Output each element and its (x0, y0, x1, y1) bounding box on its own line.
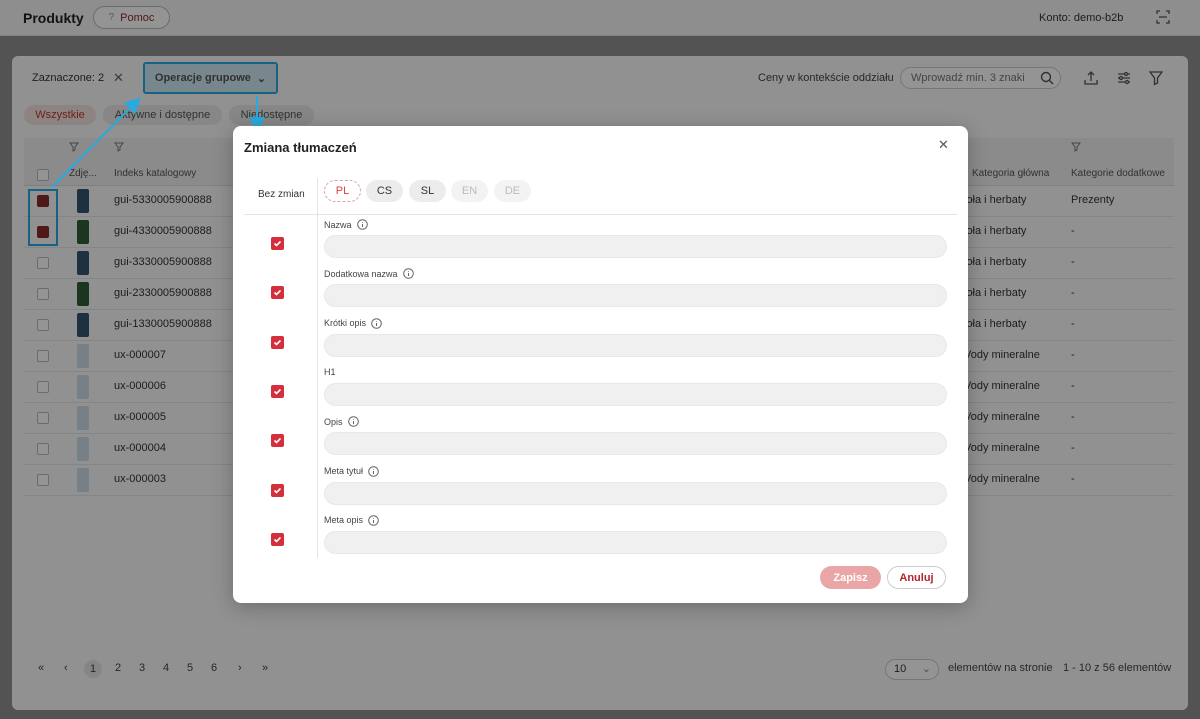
field-label-text: Dodatkowa nazwa (324, 268, 398, 279)
field-label: Meta opis (324, 514, 379, 526)
info-icon[interactable] (371, 317, 382, 329)
field-label: Opis (324, 416, 359, 427)
checkmark-icon (273, 339, 282, 346)
field-label: Dodatkowa nazwa (324, 268, 414, 280)
no-change-checkbox[interactable] (271, 286, 284, 300)
no-change-checkbox[interactable] (271, 384, 284, 398)
translation-text-field[interactable] (325, 482, 946, 504)
translation-text-field[interactable] (325, 285, 946, 307)
checkmark-icon (273, 240, 282, 247)
translation-text-field[interactable] (325, 383, 946, 405)
close-icon[interactable]: ✕ (938, 137, 949, 153)
info-icon[interactable] (368, 465, 379, 477)
info-icon[interactable] (402, 268, 414, 280)
translation-text-field[interactable] (325, 334, 946, 356)
checkmark-icon (273, 487, 282, 494)
lang-tab-pl[interactable]: PL (324, 180, 361, 202)
info-icon[interactable] (356, 219, 368, 230)
no-change-checkbox[interactable] (271, 237, 284, 250)
translation-text-field[interactable] (325, 531, 946, 553)
lang-tab-sl[interactable]: SL (409, 180, 446, 202)
translation-modal: Zmiana tłumaczeń ✕ Bez zmian PL CS SL EN… (233, 126, 968, 603)
translation-input[interactable] (324, 432, 947, 456)
translation-input[interactable] (324, 481, 947, 505)
modal-title: Zmiana tłumaczeń (244, 140, 357, 155)
field-label-text: Meta opis (324, 515, 364, 526)
field-label-text: Krótki opis (324, 318, 367, 329)
field-label: Krótki opis (324, 317, 382, 329)
field-label-text: H1 (324, 366, 336, 377)
field-label: Nazwa (324, 219, 368, 230)
translation-input[interactable] (324, 333, 947, 357)
info-icon[interactable] (368, 514, 379, 526)
save-button[interactable]: Zapisz (820, 566, 881, 589)
translation-input[interactable] (324, 530, 947, 554)
translation-input[interactable] (324, 382, 947, 406)
field-label-text: Nazwa (324, 219, 352, 230)
checkmark-icon (273, 388, 282, 395)
checkmark-icon (273, 290, 282, 296)
field-label: Meta tytuł (324, 465, 379, 477)
checkmark-icon (273, 536, 282, 543)
lang-tab-cs[interactable]: CS (366, 180, 403, 202)
field-label: H1 (324, 367, 336, 377)
no-change-checkbox[interactable] (271, 335, 284, 349)
translation-input[interactable] (324, 235, 947, 258)
header-divider (244, 214, 957, 215)
lang-tab-en[interactable]: EN (451, 180, 488, 202)
no-change-checkbox[interactable] (271, 483, 284, 497)
column-divider (317, 178, 318, 558)
no-change-checkbox[interactable] (271, 532, 284, 546)
translation-text-field[interactable] (325, 433, 946, 455)
cancel-button[interactable]: Anuluj (887, 566, 946, 589)
field-label-text: Meta tytuł (324, 466, 364, 476)
checkmark-icon (273, 438, 282, 444)
lang-tab-de[interactable]: DE (494, 180, 531, 202)
info-icon[interactable] (347, 416, 359, 427)
field-label-text: Opis (324, 416, 343, 427)
translation-text-field[interactable] (325, 236, 946, 257)
no-change-label: Bez zmian (258, 189, 305, 200)
no-change-checkbox[interactable] (271, 434, 284, 448)
translation-input[interactable] (324, 284, 947, 308)
